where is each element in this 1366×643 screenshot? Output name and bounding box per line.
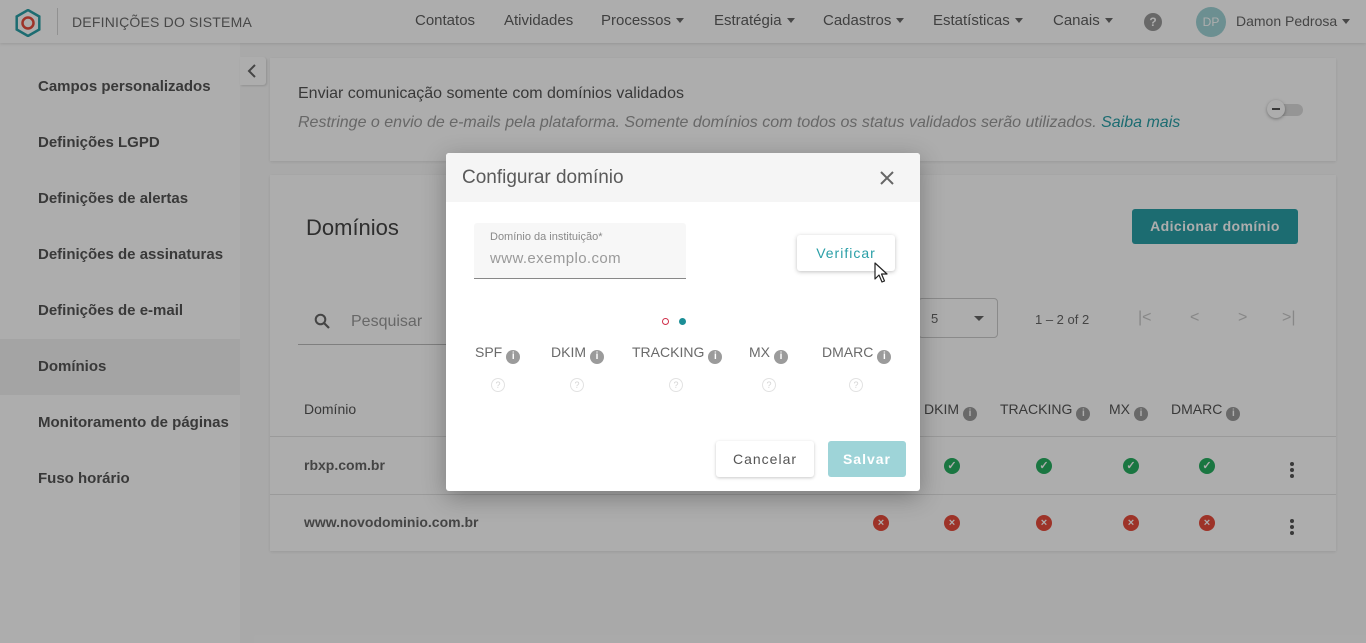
domain-field-label: Domínio da instituição* <box>490 231 603 243</box>
pending-status-icon: ? <box>849 378 863 392</box>
modal-title: Configurar domínio <box>462 167 624 188</box>
pending-status-icon: ? <box>491 378 505 392</box>
info-icon[interactable]: i <box>590 350 604 364</box>
modal-column-mx: MX i <box>749 344 788 364</box>
close-icon[interactable] <box>878 169 896 187</box>
pending-status-icon: ? <box>762 378 776 392</box>
domain-field[interactable]: Domínio da instituição* www.exemplo.com <box>474 223 686 279</box>
modal-header: Configurar domínio <box>446 153 920 202</box>
configure-domain-modal: Configurar domínio Domínio da instituiçã… <box>446 153 920 491</box>
loading-dot <box>662 318 669 325</box>
pending-status-icon: ? <box>570 378 584 392</box>
mouse-cursor-icon <box>874 262 888 283</box>
info-icon[interactable]: i <box>708 350 723 364</box>
save-button[interactable]: Salvar <box>828 441 906 477</box>
modal-column-dmarc: DMARC i <box>822 344 892 364</box>
modal-column-spf: SPF i <box>475 344 521 364</box>
info-icon[interactable]: i <box>877 350 892 364</box>
domain-input[interactable]: www.exemplo.com <box>490 250 621 267</box>
info-icon[interactable]: i <box>774 350 788 364</box>
cancel-button[interactable]: Cancelar <box>716 441 814 477</box>
modal-column-dkim: DKIM i <box>551 344 604 364</box>
pending-status-icon: ? <box>669 378 683 392</box>
modal-column-tracking: TRACKING i <box>632 344 723 364</box>
info-icon[interactable]: i <box>506 350 521 364</box>
loading-dot <box>679 318 686 325</box>
